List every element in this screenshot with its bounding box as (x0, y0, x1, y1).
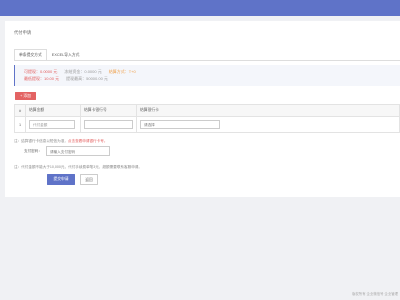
col-index: # (14, 104, 26, 117)
submission-tabs: 单条提交方式 EXCEL导入方式 (14, 49, 84, 60)
max-value: 50000.00 元 (86, 76, 108, 81)
card-note: 注：结算银行卡信息以短信为准，点击查看申请银行卡号。 (14, 139, 107, 144)
row-index: 1 (14, 116, 26, 133)
bank-card-select[interactable]: 请选择 (140, 120, 220, 129)
available-value: 0.0000 元 (40, 69, 58, 74)
submit-button[interactable]: 提交申请 (47, 174, 75, 185)
page-title: 代付申请 (14, 30, 32, 35)
frozen-label: 冻结资金： (64, 69, 85, 74)
amount-input[interactable]: 代付金额 (29, 120, 75, 129)
table-header-row: # 结算金额 结算卡银行号 结算银行卡 (14, 104, 400, 117)
table-row: 1 代付金额 请选择 (14, 116, 400, 133)
tab-divider (14, 60, 400, 61)
limit-note: 注：代付金额不能大于10,000元，代付手续费单笔3元，超额需要联系客服申请。 (14, 165, 142, 169)
bank-card-cell: 请选择 (136, 116, 400, 133)
available-label: 可提现： (24, 69, 40, 74)
add-row-button[interactable]: + 添加 (15, 92, 36, 100)
amount-cell: 代付金额 (25, 116, 81, 133)
pay-password-label: 支付密码： (24, 149, 42, 153)
fee-method-label: 结算方式： (108, 69, 129, 74)
footer-copyright: 版权所有 企业微信号 企业管理 (352, 292, 398, 296)
min-value: 10.00 元 (44, 76, 60, 81)
top-navbar (0, 0, 400, 16)
frozen-value: 0.0000 元 (84, 69, 102, 74)
fee-method-value: T+0 (128, 69, 136, 74)
balance-row-2: 最低提现：10.00 元 提现最高：50000.00 元 (24, 76, 108, 82)
tab-single-submit[interactable]: 单条提交方式 (14, 49, 47, 60)
view-card-link[interactable]: 点击查看申请银行卡号。 (68, 139, 108, 143)
balance-info-panel: 可提现：0.0000 元冻结资金：0.0000 元结算方式：T+0 最低提现：1… (14, 65, 400, 86)
min-label: 最低提现： (24, 76, 44, 81)
payout-table: # 结算金额 结算卡银行号 结算银行卡 1 代付金额 请选择 (14, 104, 400, 133)
col-bank-card: 结算银行卡 (136, 104, 400, 117)
col-amount: 结算金额 (25, 104, 81, 117)
max-label: 提现最高： (66, 76, 87, 81)
card-no-input[interactable] (84, 120, 133, 129)
pay-password-input[interactable]: 请输入支付密码 (46, 146, 110, 156)
col-card-no: 结算卡银行号 (80, 104, 137, 117)
tab-excel-import[interactable]: EXCEL导入方式 (47, 49, 85, 60)
back-button[interactable]: 返回 (80, 174, 98, 185)
card-no-cell (80, 116, 137, 133)
card-note-text: 注：结算银行卡信息以短信为准， (14, 139, 68, 143)
balance-row-1: 可提现：0.0000 元冻结资金：0.0000 元结算方式：T+0 (24, 69, 136, 75)
